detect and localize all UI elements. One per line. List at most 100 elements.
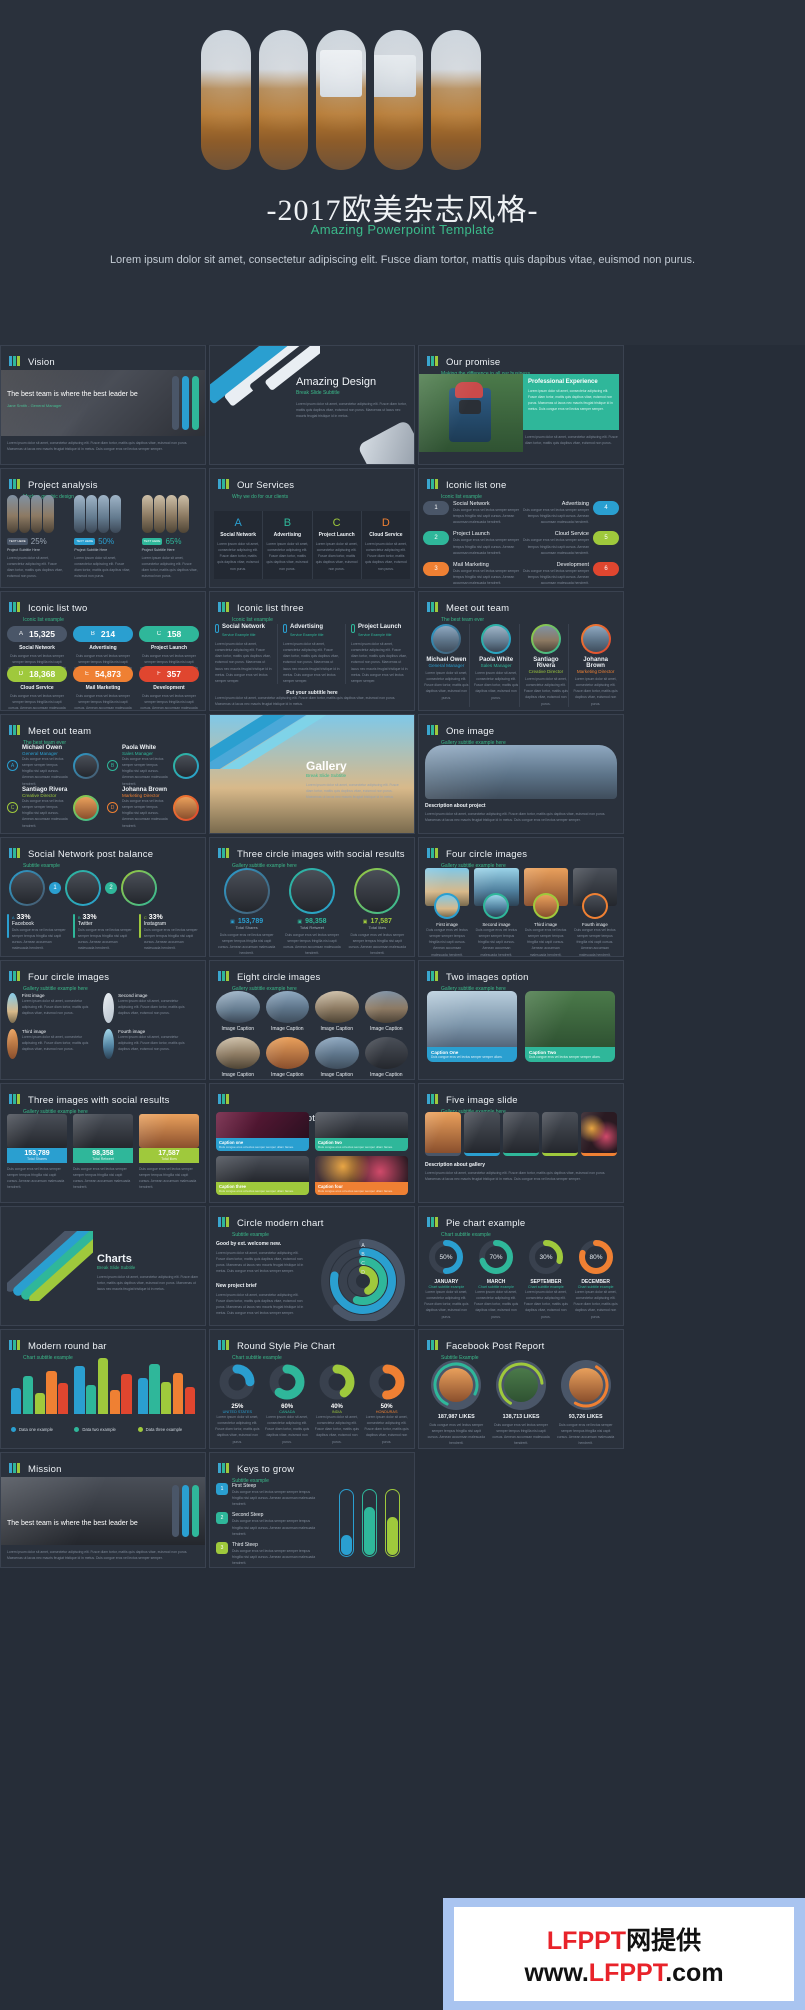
slide-eight-circle-images[interactable]: Eight circle images Gallery subtitle exa…: [209, 960, 415, 1080]
slide-our-promise[interactable]: Our promise Making the difference in all…: [418, 345, 624, 465]
circle-item[interactable]: ▣ 98,358 Total Retweet Duis congue eros …: [283, 868, 341, 956]
slide-pie-chart-example[interactable]: Pie chart example Chart subtitle example…: [418, 1206, 624, 1326]
slide-iconic-list-one[interactable]: Iconic list one Iconic list example 1 So…: [418, 468, 624, 588]
team2-body: Duis congue eros vel lectus semper sempe…: [22, 799, 68, 828]
team2-member[interactable]: C Santiago Rivera Creative Director Duis…: [7, 787, 99, 829]
slide-vision[interactable]: Vision Philosophy The best team is where…: [0, 345, 206, 465]
slide-two-images-option[interactable]: Two images option Gallery subtitle examp…: [418, 960, 624, 1080]
service-item[interactable]: B Advertising Lorem ipsum dolor sit amet…: [263, 511, 313, 579]
ts-label: Total Shares: [27, 1157, 47, 1161]
fc-item[interactable]: Fourth image Duis congue eros vel lectus…: [572, 868, 617, 956]
slide-meet-team-2[interactable]: Meet out team The best team ever A Micha…: [0, 714, 206, 834]
key-step[interactable]: 3 Third Steep Duis congue eros vel lectu…: [216, 1541, 316, 1566]
fc-item[interactable]: Second image Duis congue eros vel lectus…: [474, 868, 519, 956]
fc-item[interactable]: Third image Duis congue eros vel lectus …: [523, 868, 568, 956]
ts-item[interactable]: 98,358 Total Retweet Duis congue eros ve…: [73, 1114, 133, 1191]
image-caption: Image Caption: [369, 1026, 403, 1032]
slide-project-analysis[interactable]: Project analysis Modern graphic design T…: [0, 468, 206, 588]
fcap-item[interactable]: Caption three Duis congue eros ut lectus…: [216, 1156, 309, 1195]
slide-three-images-social[interactable]: Three images with social results Gallery…: [0, 1083, 206, 1203]
tag-icon: [215, 624, 219, 633]
slide-grid: Vision Philosophy The best team is where…: [0, 345, 805, 1568]
slide-header: Eight circle images Gallery subtitle exa…: [210, 961, 414, 992]
iconic2-item[interactable]: D 18,368 Cloud Service Duis congue eros …: [7, 666, 67, 710]
key-step[interactable]: 1 First Steep Duis congue eros vel lectu…: [216, 1483, 316, 1507]
iconic2-item[interactable]: F 357 Development Duis congue eros vel l…: [139, 666, 199, 710]
team2-member[interactable]: A Michael Owen General Manager Duis cong…: [7, 745, 99, 787]
team-member[interactable]: Johanna Brown Marketing Director Lorem i…: [573, 624, 618, 707]
slide-title: Iconic list one: [445, 480, 507, 491]
iconic2-item[interactable]: E 54,873 Mail Marketing Duis congue eros…: [73, 666, 133, 710]
cm-heading-2: New project brief: [216, 1282, 257, 1289]
circle-item[interactable]: ▣ 153,789 Total Shares Duis congue eros …: [218, 868, 275, 956]
ts-item[interactable]: 153,789 Total Shares Duis congue eros ve…: [7, 1114, 67, 1191]
team-member[interactable]: Santiago Rivera Creative Director Lorem …: [524, 624, 570, 707]
pie-item[interactable]: 50% JANUARY Chart subtitle example Lorem…: [423, 1237, 470, 1320]
slide-four-circle-images-2[interactable]: Four circle images Gallery subtitle exam…: [0, 960, 206, 1080]
fc2-item[interactable]: Fourth image Lorem ipsum dolor sit amet,…: [103, 1029, 193, 1059]
fb-item[interactable]: 138,713 LIKES Duis congue eros vel lectu…: [492, 1360, 551, 1447]
ts-item[interactable]: 17,587 Total likes Duis congue eros vel …: [139, 1114, 199, 1191]
slide-keys-to-grow[interactable]: Keys to grow Subtitle example 1 First St…: [209, 1452, 415, 1568]
slide-our-services[interactable]: Our Services Why we do for our clients A…: [209, 468, 415, 588]
rp-item[interactable]: 60% CANADA Lorem ipsum dolor sit amet, c…: [264, 1362, 311, 1445]
fc-item[interactable]: First image Duis congue eros vel lectus …: [425, 868, 470, 956]
team2-member[interactable]: B Paola White Sales Manager Duis congue …: [107, 745, 199, 787]
slide-amazing-design[interactable]: Amazing Design Break Slide Subtitle Lore…: [209, 345, 415, 465]
fb-item[interactable]: 93,726 LIKES Duis congue eros vel lectus…: [556, 1360, 615, 1447]
service-letter: D: [381, 517, 390, 529]
pie-item[interactable]: 80% DECEMBER Chart subtitle example Lore…: [572, 1237, 619, 1320]
pie-item[interactable]: 30% SEPTEMBER Chart subtitle example Lor…: [523, 1237, 570, 1320]
iconic2-pill: B 214: [73, 626, 133, 642]
slide-four-images-caption[interactable]: Four images with caption and description…: [209, 1083, 415, 1203]
watermark-suffix: 网提供: [626, 1926, 702, 1955]
slide-facebook-post-report[interactable]: Facebook Post Report Subtitle Example 18…: [418, 1329, 624, 1449]
slide-gallery-break[interactable]: Gallery Break Slide Subtitle Lorem ipsum…: [209, 714, 415, 834]
fcap-item[interactable]: Caption four Duis congue eros ut lectus …: [315, 1156, 408, 1195]
fcap-item[interactable]: Caption two Duis congue eros ut lectus s…: [315, 1112, 408, 1151]
team2-member[interactable]: D Johanna Brown Marketing Director Duis …: [107, 787, 199, 829]
slide-modern-round-bar[interactable]: Modern round bar Chart subtitle example: [0, 1329, 206, 1449]
iconic3-item[interactable]: Project Launch Service Example title Lor…: [351, 624, 409, 684]
slide-meet-team[interactable]: Meet out team The best team ever Michael…: [418, 591, 624, 711]
slide-iconic-list-two[interactable]: Iconic list two Iconic list example A 15…: [0, 591, 206, 711]
fcap-item[interactable]: Caption one Duis congue eros ut lectus s…: [216, 1112, 309, 1151]
watermark-url-brand: LFPPT: [588, 1958, 666, 1987]
slide-social-balance[interactable]: Social Network post balance Subtitle exa…: [0, 837, 206, 957]
circle-item[interactable]: ▣ 17,587 Total likes Duis congue eros ve…: [349, 868, 406, 956]
iconic3-item[interactable]: Social Network Service Example title Lor…: [215, 624, 278, 684]
rp-item[interactable]: 40% INDIA Lorem ipsum dolor sit amet, co…: [314, 1362, 361, 1445]
slide-three-circle-social[interactable]: Three circle images with social results …: [209, 837, 415, 957]
rp-item[interactable]: 50% HONDURAS Lorem ipsum dolor sit amet,…: [363, 1362, 410, 1445]
service-item[interactable]: A Social Network Lorem ipsum dolor sit a…: [214, 511, 264, 579]
social-item[interactable]: C 33% Instagram Duis congue eros vel lec…: [139, 914, 199, 952]
slide-charts-break[interactable]: Charts Break Slide Subtitle Lorem ipsum …: [0, 1206, 206, 1326]
fc2-item[interactable]: Second image Lorem ipsum dolor sit amet,…: [103, 993, 193, 1023]
slide-round-style-pie[interactable]: Round Style Pie Chart Chart subtitle exa…: [209, 1329, 415, 1449]
two-image-item[interactable]: Caption Two Duis congue eros vel lectus …: [525, 991, 615, 1062]
slide-four-circle-images[interactable]: Four circle images Gallery subtitle exam…: [418, 837, 624, 957]
team-member[interactable]: Michael Owen General Manager Lorem ipsum…: [424, 624, 470, 707]
rp-item[interactable]: 25% UNITED STATES Lorem ipsum dolor sit …: [214, 1362, 261, 1445]
fc2-item[interactable]: First image Lorem ipsum dolor sit amet, …: [7, 993, 97, 1023]
iconic3-body: Lorem ipsum dolor sit amet, consectetur …: [283, 642, 340, 683]
fb-item[interactable]: 187,987 LIKES Duis congue eros vel lectu…: [427, 1360, 486, 1447]
service-item[interactable]: C Project Launch Lorem ipsum dolor sit a…: [313, 511, 362, 579]
slide-mission[interactable]: Mission Philosophy The best team is wher…: [0, 1452, 206, 1568]
social-item[interactable]: A 33% Facebook Duis congue eros vel lect…: [7, 914, 67, 952]
slide-iconic-list-three[interactable]: Iconic list three Iconic list example So…: [209, 591, 415, 711]
slide-title: Vision: [27, 357, 55, 368]
slide-circle-modern-chart[interactable]: Circle modern chart Subtitle example Goo…: [209, 1206, 415, 1326]
team-member[interactable]: Paola White Sales Manager Lorem ipsum do…: [474, 624, 520, 707]
slide-one-image[interactable]: One image Gallery subtitle example here …: [418, 714, 624, 834]
social-item[interactable]: B 33% Twitter Duis congue eros vel lectu…: [73, 914, 133, 952]
slide-five-image[interactable]: Five image slide Gallery subtitle exampl…: [418, 1083, 624, 1203]
iconic3-item[interactable]: Advertising Service Example title Lorem …: [283, 624, 346, 684]
two-image-item[interactable]: Caption One Duis congue eros vel lectus …: [427, 991, 517, 1062]
pie-item[interactable]: 70% MARCH Chart subtitle example Lorem i…: [473, 1237, 520, 1320]
fc2-item[interactable]: Third image Lorem ipsum dolor sit amet, …: [7, 1029, 97, 1059]
promise-panel-body: Lorem ipsum dolor sit amet, consectetur …: [528, 389, 613, 411]
key-step[interactable]: 2 Second Steep Duis congue eros vel lect…: [216, 1512, 316, 1536]
image-caption: Image Caption: [320, 1072, 354, 1078]
service-item[interactable]: D Cloud Service Lorem ipsum dolor sit am…: [362, 511, 410, 579]
